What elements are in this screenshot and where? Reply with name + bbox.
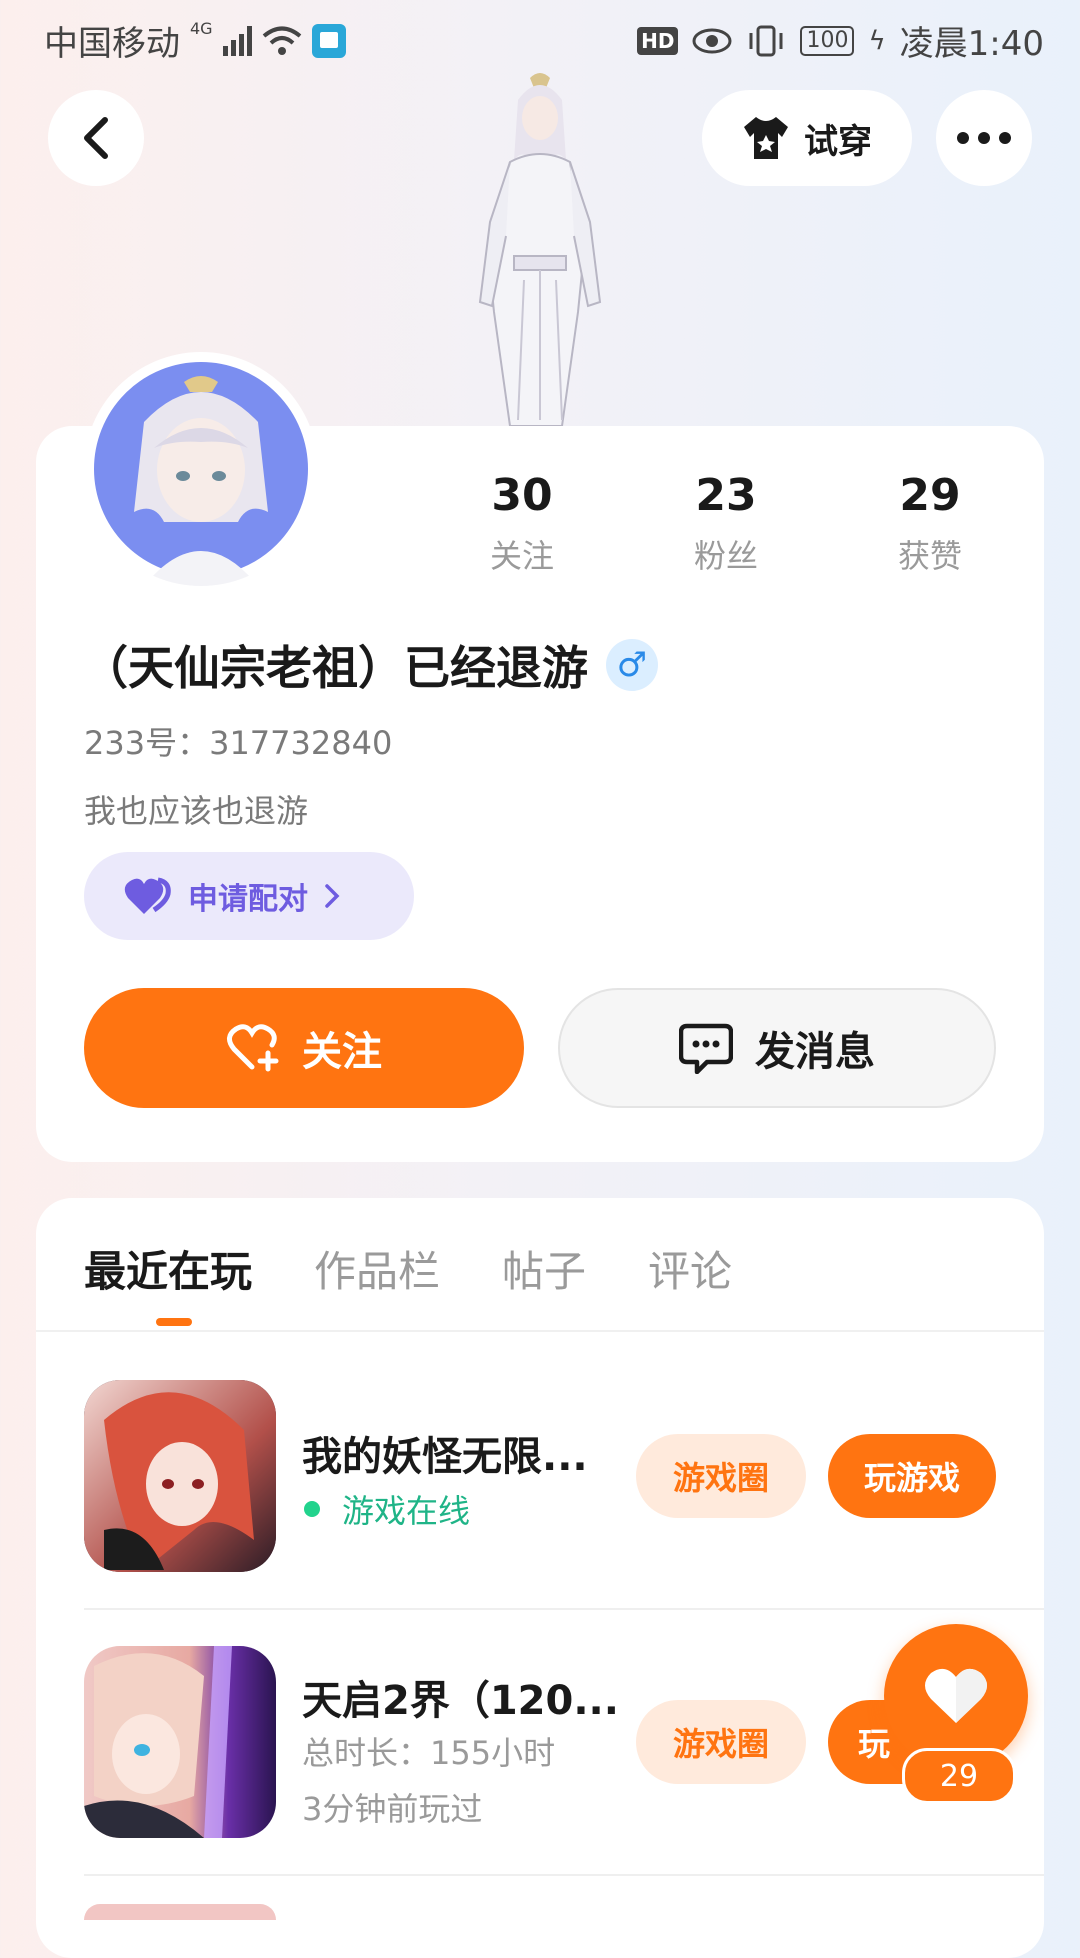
- tab-works[interactable]: 作品栏: [314, 1238, 440, 1299]
- vibrate-icon: [749, 25, 783, 56]
- fans-label: 粉丝: [693, 537, 758, 575]
- like-fab[interactable]: [884, 1624, 1028, 1768]
- heart-icon: [925, 1668, 987, 1723]
- more-button[interactable]: [936, 90, 1032, 186]
- following-label: 关注: [489, 537, 554, 575]
- game-icon-3-partial[interactable]: [84, 1904, 276, 1920]
- eye-icon: [692, 28, 732, 53]
- network-type: 4G: [190, 19, 213, 38]
- online-label: 游戏在线: [342, 1492, 471, 1530]
- clock: 凌晨1:40: [899, 24, 1044, 64]
- game-last-played: 3分钟前玩过: [302, 1790, 483, 1828]
- likes-count: 29: [899, 470, 961, 521]
- game-online-status: 游戏在线: [304, 1486, 470, 1532]
- follow-label: 关注: [302, 1029, 382, 1075]
- tab-bar: 最近在玩 作品栏 帖子 评论: [84, 1238, 732, 1299]
- game-art-2: [84, 1646, 276, 1838]
- tab-posts[interactable]: 帖子: [502, 1238, 586, 1299]
- user-bio: 我也应该也退游: [84, 792, 309, 830]
- likes-label: 获赞: [897, 537, 962, 575]
- chevron-left-icon: [84, 117, 108, 159]
- more-icon: [957, 132, 1011, 144]
- game-title-2[interactable]: 天启2界（120...: [302, 1668, 619, 1726]
- tab-indicator: [156, 1318, 192, 1326]
- game-icon-2[interactable]: [84, 1646, 276, 1838]
- hd-icon: HD: [637, 26, 679, 55]
- chevron-right-icon: [325, 884, 340, 908]
- user-id[interactable]: 233号：317732840: [84, 718, 392, 764]
- follow-button[interactable]: 关注: [84, 988, 524, 1108]
- game-art-1: [84, 1380, 276, 1572]
- status-bar: 中国移动 4G HD 100 ϟ 凌晨1:40: [0, 0, 1080, 74]
- online-dot-icon: [304, 1501, 320, 1517]
- following-count: 30: [491, 470, 553, 521]
- tab-divider: [36, 1330, 1044, 1332]
- send-message-label: 发消息: [755, 1029, 875, 1075]
- wifi-icon: [262, 26, 301, 55]
- back-button[interactable]: [48, 90, 144, 186]
- avatar-image: [88, 356, 314, 586]
- apply-pair-label: 申请配对: [188, 882, 308, 917]
- charging-icon: ϟ: [868, 25, 886, 56]
- profile-name-row: （天仙宗老祖）已经退游 ♂: [82, 632, 658, 698]
- carrier-label: 中国移动: [44, 24, 180, 64]
- stat-following[interactable]: 30 关注: [442, 470, 602, 577]
- try-on-label: 试穿: [804, 121, 872, 162]
- app-notification-icon: [311, 23, 346, 58]
- profile-name: （天仙宗老祖）已经退游: [82, 641, 588, 695]
- tab-comments[interactable]: 评论: [648, 1238, 732, 1299]
- heart-pair-icon: [124, 877, 171, 914]
- character-model: [478, 73, 602, 426]
- row-divider: [84, 1608, 1044, 1610]
- stat-likes[interactable]: 29 获赞: [850, 470, 1010, 577]
- try-on-button[interactable]: 试穿: [702, 90, 912, 186]
- game-duration: 总时长：155小时: [302, 1734, 556, 1772]
- fans-count: 23: [695, 470, 757, 521]
- game-title-1[interactable]: 我的妖怪无限...: [302, 1424, 588, 1482]
- avatar[interactable]: [84, 352, 318, 586]
- stat-fans[interactable]: 23 粉丝: [646, 470, 806, 577]
- play-game-button-1[interactable]: 玩游戏: [828, 1434, 996, 1518]
- battery-icon: 100: [800, 25, 855, 56]
- send-message-button[interactable]: 发消息: [558, 988, 996, 1108]
- male-icon: ♂: [606, 639, 658, 691]
- shirt-icon: [744, 117, 788, 159]
- heart-add-icon: [227, 1024, 279, 1072]
- like-count-badge: 29: [902, 1748, 1016, 1804]
- game-circle-button-1[interactable]: 游戏圈: [636, 1434, 806, 1518]
- signal-icon: [222, 25, 252, 56]
- game-icon-1[interactable]: [84, 1380, 276, 1572]
- tab-recently-played[interactable]: 最近在玩: [84, 1238, 252, 1299]
- apply-pair-button[interactable]: 申请配对: [84, 852, 414, 940]
- game-circle-button-2[interactable]: 游戏圈: [636, 1700, 806, 1784]
- row-divider: [84, 1874, 1044, 1876]
- chat-bubble-icon: [679, 1023, 733, 1074]
- content-card: [36, 1198, 1044, 1958]
